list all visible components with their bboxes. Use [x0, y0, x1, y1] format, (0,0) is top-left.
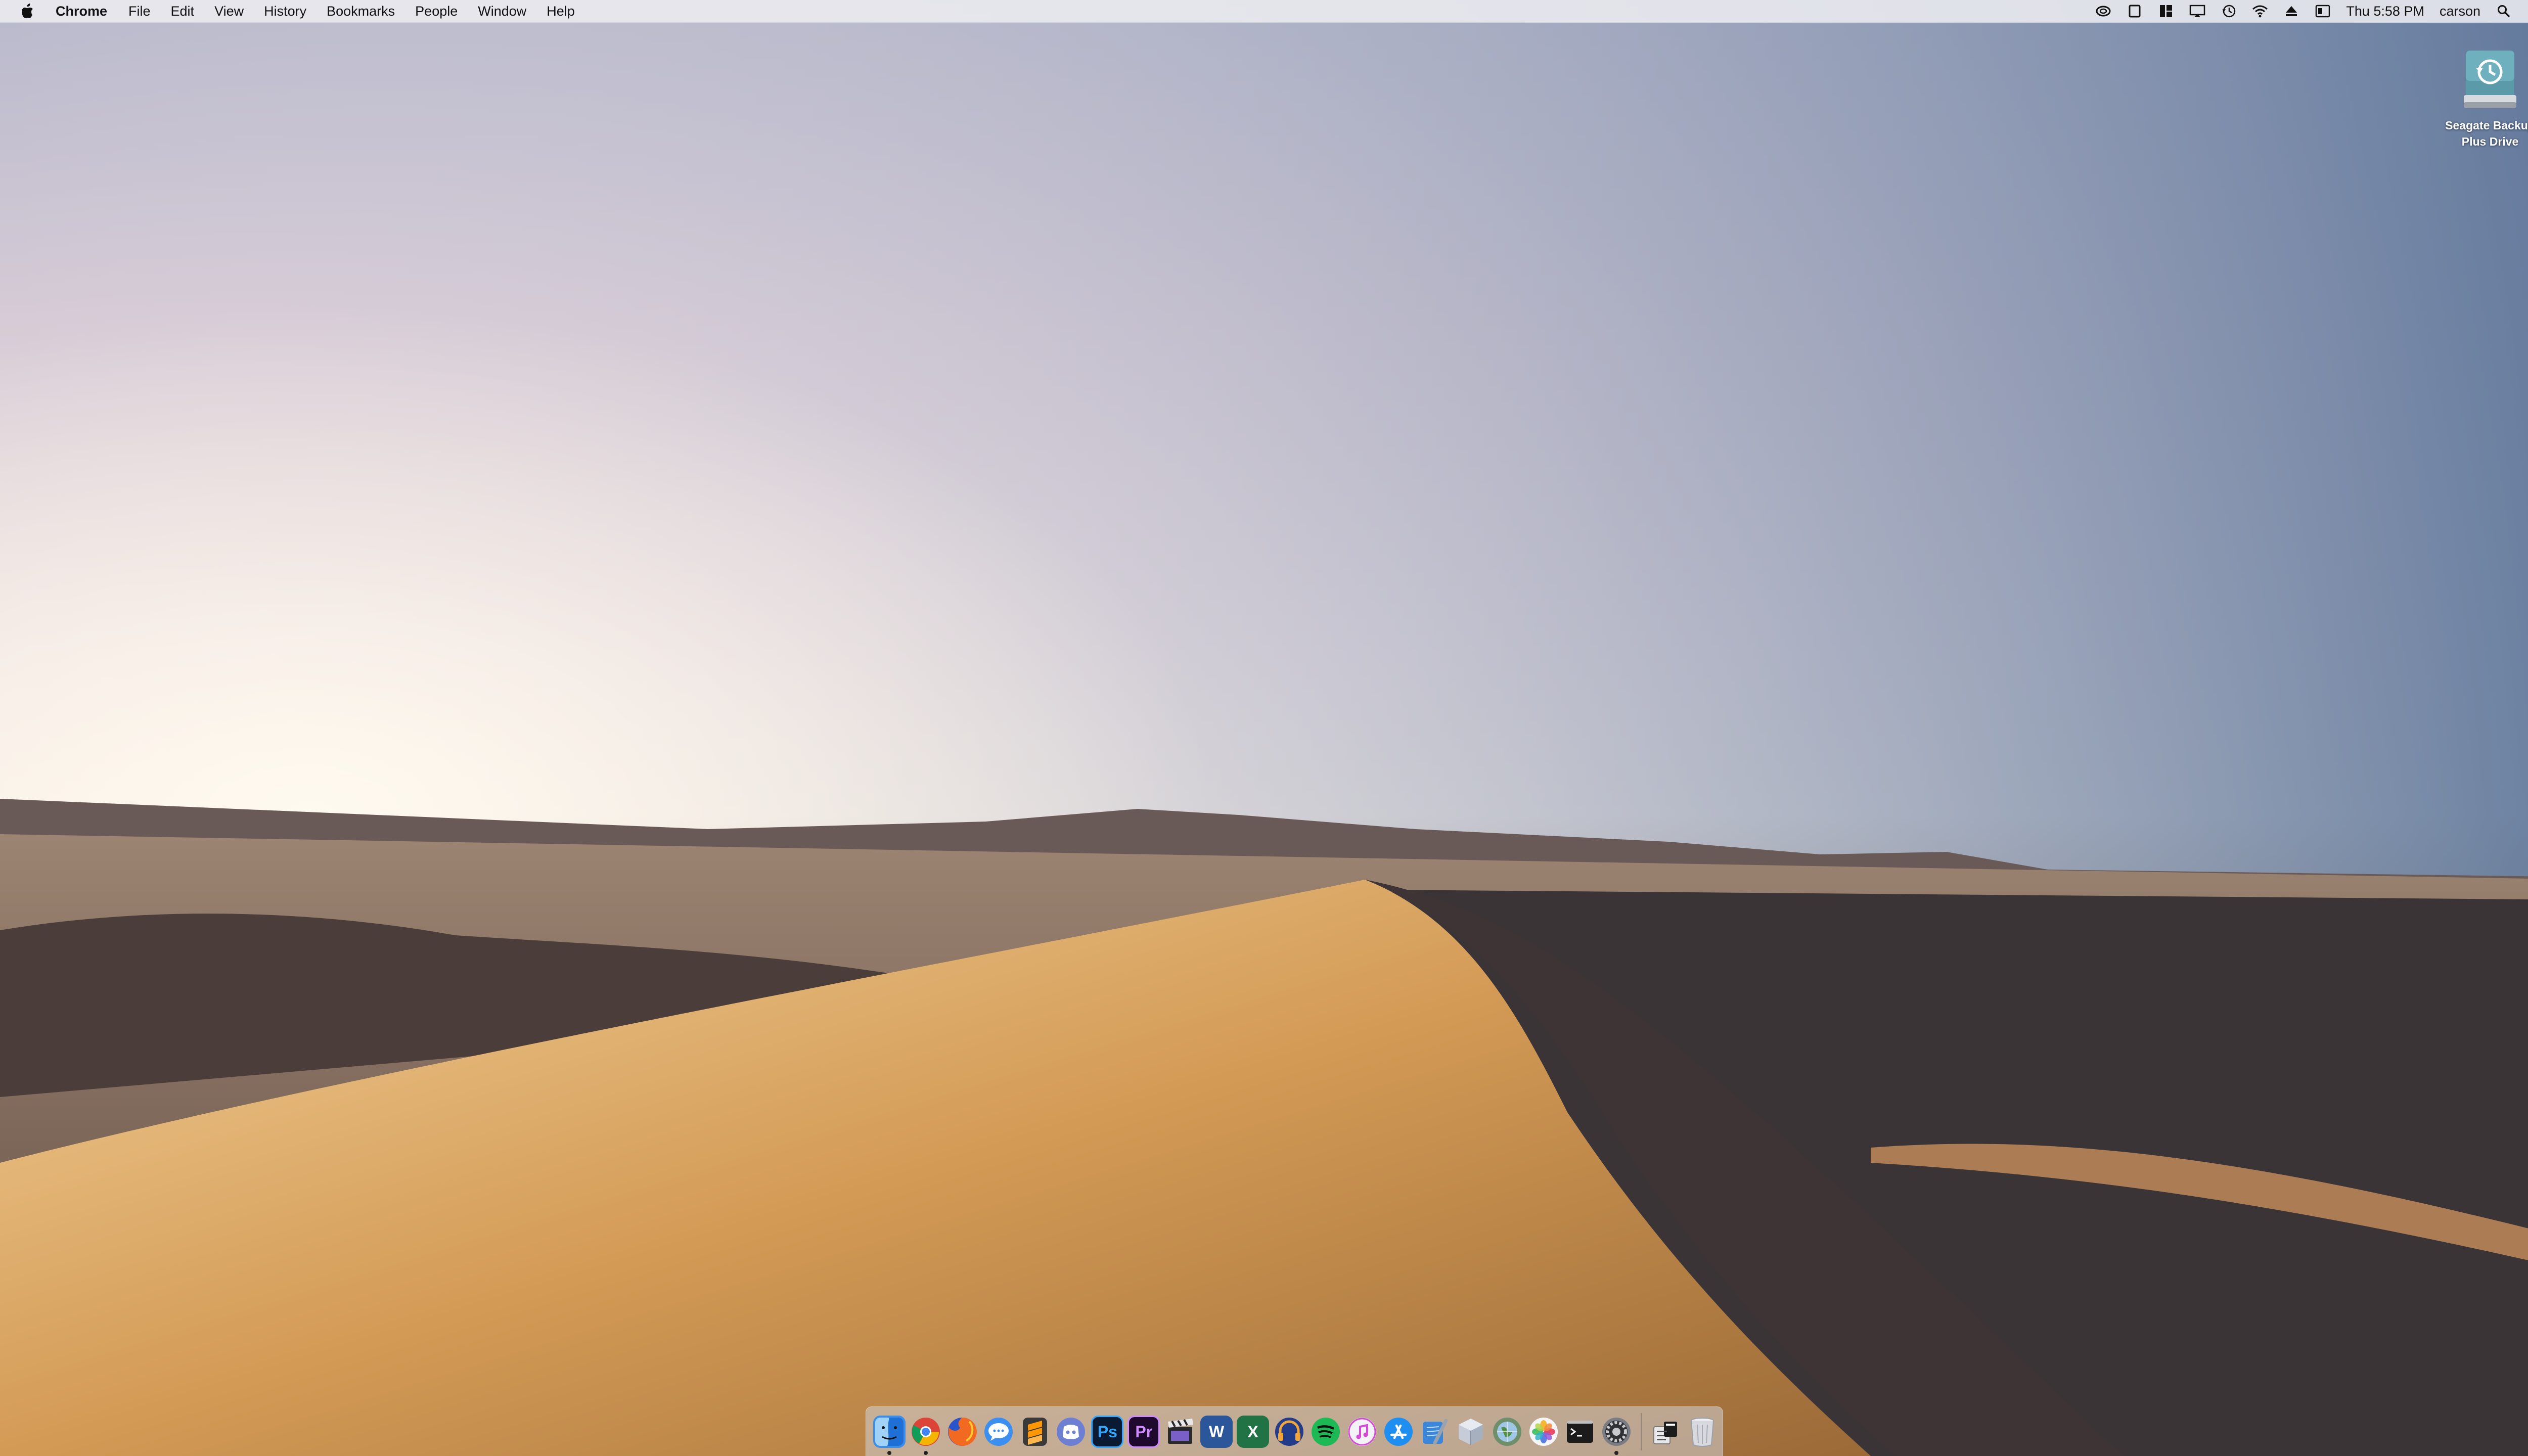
- menu-window[interactable]: Window: [478, 0, 526, 22]
- dock-premiere-pro[interactable]: Pr: [1127, 1415, 1160, 1448]
- running-indicator: [887, 1450, 891, 1455]
- messages-icon: [984, 1417, 1013, 1446]
- firefox-icon: [947, 1417, 977, 1446]
- spotlight-icon[interactable]: [2496, 3, 2512, 19]
- user-name[interactable]: carson: [2440, 0, 2480, 22]
- menu-people[interactable]: People: [415, 0, 458, 22]
- dock-photos[interactable]: [1527, 1416, 1560, 1448]
- finder-icon: [875, 1417, 904, 1446]
- discord-icon: [1057, 1417, 1086, 1446]
- window-icon[interactable]: [2127, 3, 2143, 19]
- dock-trash[interactable]: [1686, 1416, 1719, 1448]
- wifi-icon[interactable]: [2252, 3, 2268, 19]
- running-indicator: [1614, 1450, 1619, 1455]
- drive-label: Seagate Backup Plus Drive: [2445, 119, 2528, 148]
- clock[interactable]: Thu 5:58 PM: [2346, 0, 2424, 22]
- sublime-text-icon: [1022, 1417, 1047, 1446]
- menu-bookmarks[interactable]: Bookmarks: [327, 0, 395, 22]
- chrome-icon: [911, 1417, 940, 1446]
- running-indicator: [923, 1450, 928, 1455]
- dock-chrome[interactable]: [910, 1416, 942, 1455]
- itunes-icon: [1347, 1417, 1376, 1446]
- creative-cloud-icon[interactable]: [2095, 3, 2111, 19]
- dock-downloads-stack[interactable]: [1650, 1416, 1682, 1448]
- dock-spotify[interactable]: [1310, 1416, 1342, 1448]
- xcode-icon: [1422, 1419, 1448, 1444]
- dock-finder[interactable]: [873, 1415, 906, 1455]
- menu-edit[interactable]: Edit: [171, 0, 195, 22]
- time-machine-drive-icon: [2464, 51, 2516, 108]
- dock-sublime-text[interactable]: [1019, 1416, 1051, 1448]
- dock: Ps Pr W X: [866, 1406, 1723, 1456]
- photos-icon: [1529, 1417, 1558, 1446]
- terminal-icon: [1567, 1420, 1594, 1443]
- time-machine-icon[interactable]: [2221, 3, 2237, 19]
- dock-app-store[interactable]: [1382, 1416, 1415, 1448]
- menu-help[interactable]: Help: [547, 0, 575, 22]
- dock-system-preferences[interactable]: [1600, 1416, 1633, 1455]
- stack-icon: [1653, 1421, 1678, 1444]
- clapperboard-icon: [1168, 1418, 1194, 1444]
- dock-terminal[interactable]: [1564, 1416, 1596, 1448]
- dock-final-cut-pro[interactable]: [1164, 1416, 1196, 1448]
- trash-icon: [1690, 1417, 1714, 1447]
- globe-icon: [1493, 1417, 1522, 1446]
- dock-itunes[interactable]: [1346, 1416, 1378, 1448]
- dock-firefox[interactable]: [946, 1416, 978, 1448]
- menu-view[interactable]: View: [214, 0, 244, 22]
- menu-history[interactable]: History: [264, 0, 306, 22]
- word-icon: W: [1209, 1422, 1225, 1441]
- desktop-wallpaper: [0, 0, 2528, 1456]
- app-name-menu[interactable]: Chrome: [56, 0, 107, 22]
- headset-icon: [1275, 1417, 1303, 1446]
- display-icon[interactable]: [2189, 3, 2205, 19]
- premiere-pro-icon: Pr: [1135, 1422, 1153, 1441]
- eject-icon[interactable]: [2283, 3, 2299, 19]
- spotify-icon: [1311, 1417, 1340, 1446]
- menu-file[interactable]: File: [128, 0, 151, 22]
- seagate-drive-desktop-icon[interactable]: Seagate Backup Plus Drive: [2432, 49, 2528, 150]
- dock-word[interactable]: W: [1200, 1415, 1233, 1448]
- dock-photoshop[interactable]: Ps: [1091, 1415, 1124, 1448]
- dock-headset-app[interactable]: [1273, 1416, 1305, 1448]
- dock-discord[interactable]: [1055, 1416, 1088, 1448]
- photoshop-icon: Ps: [1097, 1422, 1117, 1441]
- dock-network-utility[interactable]: [1491, 1416, 1523, 1448]
- gear-icon: [1602, 1417, 1631, 1446]
- input-menu-icon[interactable]: [2315, 3, 2331, 19]
- excel-icon: X: [1247, 1422, 1258, 1441]
- dock-xcode[interactable]: [1419, 1416, 1451, 1448]
- dock-excel[interactable]: X: [1237, 1415, 1269, 1448]
- app-store-icon: [1384, 1417, 1413, 1446]
- dock-messages[interactable]: [982, 1416, 1015, 1448]
- apple-menu-icon[interactable]: [19, 0, 35, 22]
- desktop: Chrome File Edit View History Bookmarks …: [0, 0, 2528, 1456]
- box-icon: [1459, 1418, 1483, 1445]
- dock-separator: [1641, 1413, 1642, 1450]
- dock-package-app[interactable]: [1455, 1416, 1487, 1448]
- grid-icon[interactable]: [2158, 3, 2174, 19]
- menu-bar: Chrome File Edit View History Bookmarks …: [0, 0, 2528, 23]
